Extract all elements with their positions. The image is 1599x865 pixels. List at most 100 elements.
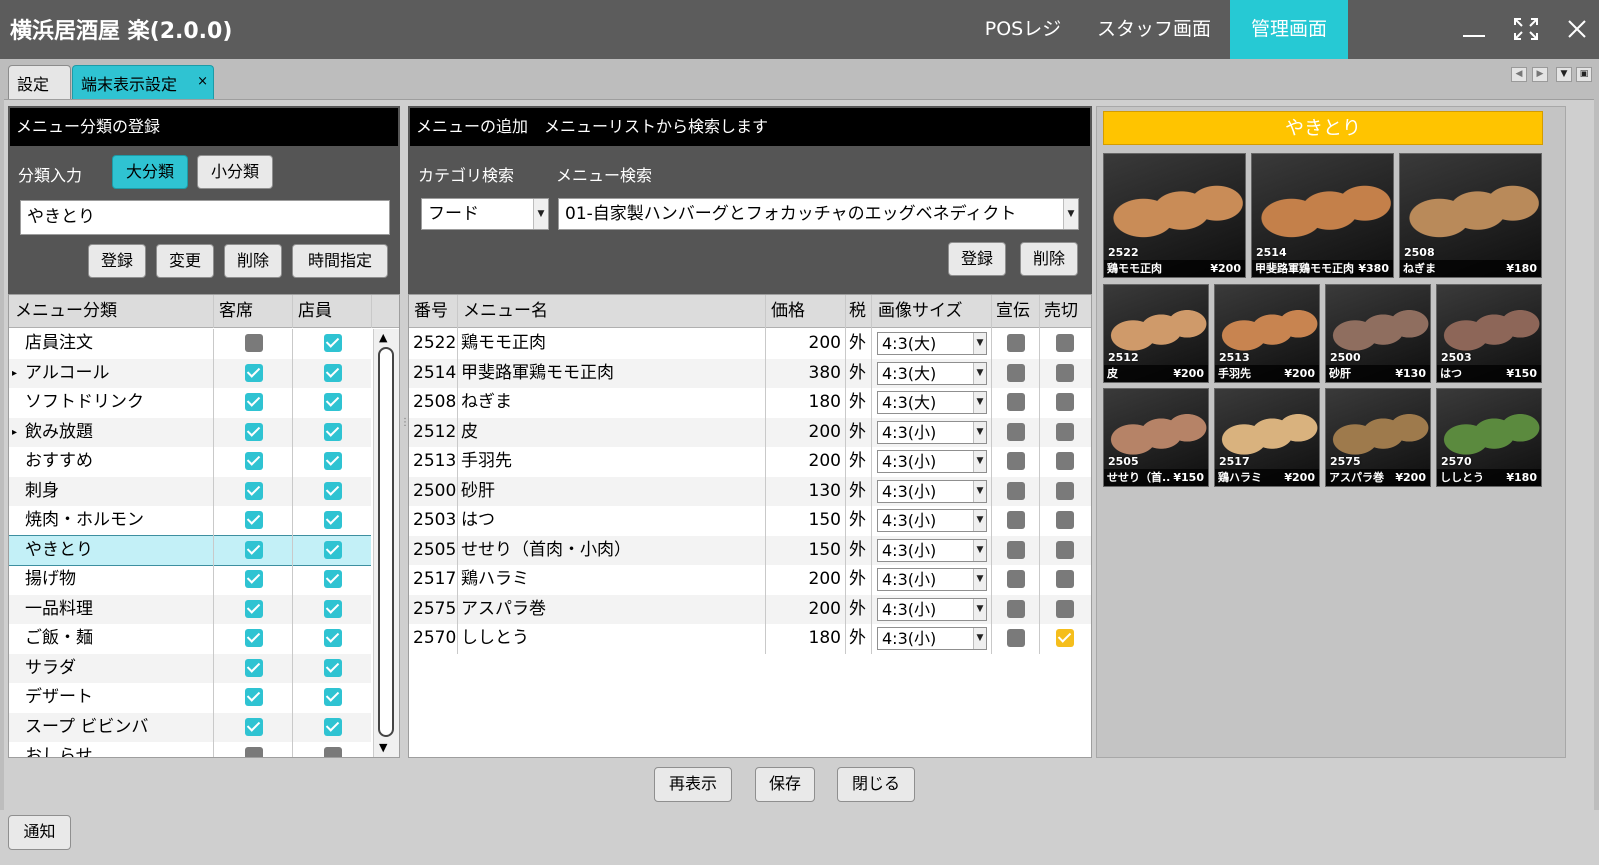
soldout-checkbox[interactable] xyxy=(1056,393,1074,411)
scroll-up-icon[interactable]: ▲ xyxy=(379,331,387,344)
menu-row[interactable]: 2500 砂肝 130 外 4:3(小) ▼ xyxy=(409,476,1091,506)
guest-checkbox[interactable] xyxy=(245,629,263,647)
guest-checkbox[interactable] xyxy=(245,334,263,352)
menu-tile[interactable]: 2503 はつ ¥150 xyxy=(1436,284,1542,383)
minimize-icon[interactable] xyxy=(1459,14,1489,44)
promo-checkbox[interactable] xyxy=(1007,540,1025,559)
menu-tile[interactable]: 2570 ししとう ¥180 xyxy=(1436,388,1542,487)
menu-tile[interactable]: 2505 せせり（首... ¥150 xyxy=(1103,388,1209,487)
category-row[interactable]: サラダ xyxy=(9,653,371,683)
category-row[interactable]: 一品料理 xyxy=(9,594,371,624)
soldout-checkbox[interactable] xyxy=(1056,422,1074,441)
scroll-right-icon[interactable]: ▶ xyxy=(1532,67,1548,82)
minor-category-button[interactable]: 小分類 xyxy=(197,155,273,189)
tab-terminal-display[interactable]: 端末表示設定 × xyxy=(72,65,214,99)
soldout-checkbox[interactable] xyxy=(1056,452,1074,470)
expand-arrow-icon[interactable]: ▸ xyxy=(12,418,17,447)
menu-tile[interactable]: 2522 鶏モモ正肉 ¥200 xyxy=(1103,153,1246,278)
maximize-icon[interactable] xyxy=(1511,14,1541,44)
category-scrollbar[interactable]: ▲ ▼ xyxy=(373,329,399,757)
image-size-select[interactable]: 4:3(小) ▼ xyxy=(877,568,987,591)
menu-row[interactable]: 2522 鶏モモ正肉 200 外 4:3(大) ▼ xyxy=(409,329,1091,358)
menu-register-button[interactable]: 登録 xyxy=(948,242,1006,276)
image-size-select[interactable]: 4:3(大) ▼ xyxy=(877,391,987,414)
menu-tile[interactable]: 2500 砂肝 ¥130 xyxy=(1325,284,1431,383)
scroll-down-icon[interactable]: ▼ xyxy=(379,741,387,754)
tab-restore-icon[interactable]: ▣ xyxy=(1576,67,1592,82)
menu-delete-button[interactable]: 削除 xyxy=(1020,242,1078,276)
soldout-checkbox[interactable] xyxy=(1056,599,1074,618)
nav-staff-screen[interactable]: スタッフ画面 xyxy=(1080,0,1228,59)
promo-checkbox[interactable] xyxy=(1007,511,1025,529)
guest-checkbox[interactable] xyxy=(245,511,263,529)
soldout-checkbox[interactable] xyxy=(1056,570,1074,588)
category-change-button[interactable]: 変更 xyxy=(156,244,214,278)
staff-checkbox[interactable] xyxy=(324,747,342,757)
category-name-input[interactable]: やきとり xyxy=(20,200,390,235)
guest-checkbox[interactable] xyxy=(245,452,263,470)
category-row[interactable]: 焼肉・ホルモン xyxy=(9,506,371,535)
guest-checkbox[interactable] xyxy=(245,599,263,618)
promo-checkbox[interactable] xyxy=(1007,422,1025,441)
category-row[interactable]: 揚げ物 xyxy=(9,565,371,594)
guest-checkbox[interactable] xyxy=(245,570,263,588)
image-size-select[interactable]: 4:3(小) ▼ xyxy=(877,420,987,444)
staff-checkbox[interactable] xyxy=(324,688,342,706)
save-button[interactable]: 保存 xyxy=(755,767,815,802)
scroll-left-icon[interactable]: ◀ xyxy=(1511,67,1527,82)
menu-row[interactable]: 2570 ししとう 180 外 4:3(小) ▼ xyxy=(409,624,1091,653)
staff-checkbox[interactable] xyxy=(324,511,342,529)
menu-row[interactable]: 2517 鶏ハラミ 200 外 4:3(小) ▼ xyxy=(409,565,1091,594)
promo-checkbox[interactable] xyxy=(1007,363,1025,382)
image-size-select[interactable]: 4:3(小) ▼ xyxy=(877,450,987,473)
category-row[interactable]: ▸ 飲み放題 xyxy=(9,417,371,447)
category-row[interactable]: おしらせ xyxy=(9,742,371,757)
soldout-checkbox[interactable] xyxy=(1056,334,1074,352)
menu-row[interactable]: 2505 せせり（首肉・小肉） 150 外 4:3(小) ▼ xyxy=(409,535,1091,565)
category-row[interactable]: ▸ アルコール xyxy=(9,358,371,388)
guest-checkbox[interactable] xyxy=(245,481,263,500)
soldout-checkbox[interactable] xyxy=(1056,481,1074,500)
menu-tile[interactable]: 2575 アスパラ巻 ¥200 xyxy=(1325,388,1431,487)
nav-admin-screen[interactable]: 管理画面 xyxy=(1230,0,1348,59)
category-register-button[interactable]: 登録 xyxy=(88,244,146,278)
menu-row[interactable]: 2575 アスパラ巻 200 外 4:3(小) ▼ xyxy=(409,594,1091,624)
soldout-checkbox[interactable] xyxy=(1056,629,1074,647)
category-row[interactable]: ご飯・麺 xyxy=(9,624,371,653)
menu-row[interactable]: 2512 皮 200 外 4:3(小) ▼ xyxy=(409,417,1091,447)
promo-checkbox[interactable] xyxy=(1007,334,1025,352)
soldout-checkbox[interactable] xyxy=(1056,540,1074,559)
menu-row[interactable]: 2503 はつ 150 外 4:3(小) ▼ xyxy=(409,506,1091,535)
category-row[interactable]: デザート xyxy=(9,683,371,712)
splitter-handle[interactable]: ⋮ xyxy=(400,418,410,438)
staff-checkbox[interactable] xyxy=(324,422,342,441)
nav-pos-register[interactable]: POSレジ xyxy=(968,0,1078,59)
image-size-select[interactable]: 4:3(小) ▼ xyxy=(877,479,987,503)
menu-tile[interactable]: 2513 手羽先 ¥200 xyxy=(1214,284,1320,383)
staff-checkbox[interactable] xyxy=(324,452,342,470)
promo-checkbox[interactable] xyxy=(1007,481,1025,500)
staff-checkbox[interactable] xyxy=(324,363,342,382)
image-size-select[interactable]: 4:3(小) ▼ xyxy=(877,627,987,650)
category-row[interactable]: やきとり xyxy=(9,534,371,566)
staff-checkbox[interactable] xyxy=(324,334,342,352)
staff-checkbox[interactable] xyxy=(324,658,342,677)
category-row[interactable]: 店員注文 xyxy=(9,329,371,358)
menu-row[interactable]: 2513 手羽先 200 外 4:3(小) ▼ xyxy=(409,447,1091,476)
guest-checkbox[interactable] xyxy=(245,717,263,736)
image-size-select[interactable]: 4:3(小) ▼ xyxy=(877,509,987,532)
close-button[interactable]: 閉じる xyxy=(837,767,915,802)
menu-tile[interactable]: 2512 皮 ¥200 xyxy=(1103,284,1209,383)
staff-checkbox[interactable] xyxy=(324,570,342,588)
staff-checkbox[interactable] xyxy=(324,540,342,559)
promo-checkbox[interactable] xyxy=(1007,393,1025,411)
category-row[interactable]: 刺身 xyxy=(9,476,371,506)
guest-checkbox[interactable] xyxy=(245,422,263,441)
guest-checkbox[interactable] xyxy=(245,540,263,559)
promo-checkbox[interactable] xyxy=(1007,599,1025,618)
staff-checkbox[interactable] xyxy=(324,629,342,647)
guest-checkbox[interactable] xyxy=(245,658,263,677)
staff-checkbox[interactable] xyxy=(324,599,342,618)
tab-list-dropdown-icon[interactable]: ▼ xyxy=(1556,67,1572,82)
image-size-select[interactable]: 4:3(大) ▼ xyxy=(877,332,987,355)
